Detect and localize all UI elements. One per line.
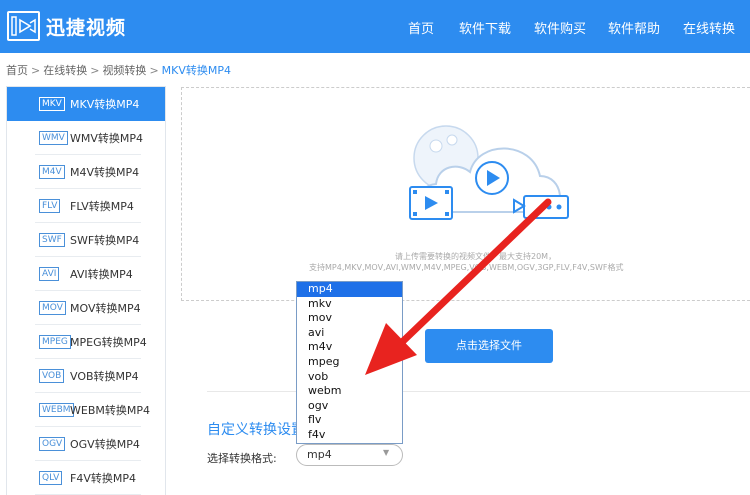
sidebar-item-m4v[interactable]: M4V M4V转换MP4	[7, 155, 165, 189]
breadcrumb-separator: >	[149, 64, 159, 77]
conversion-sidebar: MKV MKV转换MP4 WMV WMV转换MP4 M4V M4V转换MP4 F…	[6, 86, 166, 495]
format-option-avi[interactable]: avi	[297, 326, 402, 341]
sidebar-item-mov[interactable]: MOV MOV转换MP4	[7, 291, 165, 325]
sidebar-item-swf[interactable]: SWF SWF转换MP4	[7, 223, 165, 257]
format-select[interactable]: mp4 ▼	[296, 444, 403, 466]
nav-software-purchase-link[interactable]: 软件购买	[534, 18, 586, 37]
video-logo-icon[interactable]	[7, 11, 40, 41]
breadcrumb-separator: >	[90, 64, 100, 77]
breadcrumb-video-convert-link[interactable]: 视频转换	[102, 64, 146, 77]
upload-hint: 请上传需要转换的视频文件，最大支持20M，	[395, 252, 557, 261]
sidebar-item-mpeg[interactable]: MPEG MPEG转换MP4	[7, 325, 165, 359]
nav-online-convert-link[interactable]: 在线转换	[683, 18, 735, 37]
sidebar-item-f4v[interactable]: QLV F4V转换MP4	[7, 461, 165, 495]
format-option-ogv[interactable]: ogv	[297, 399, 402, 414]
nav-home-link[interactable]: 首页	[408, 18, 434, 37]
format-tag: WEBM	[39, 403, 74, 417]
divider	[207, 391, 750, 392]
sidebar-item-wmv[interactable]: WMV WMV转换MP4	[7, 121, 165, 155]
format-option-flv[interactable]: flv	[297, 413, 402, 428]
sidebar-item-label: VOB转换MP4	[70, 370, 139, 383]
format-selected-value: mp4	[307, 448, 332, 461]
breadcrumb-current: MKV转换MP4	[161, 64, 232, 77]
chevron-down-icon: ▼	[383, 448, 390, 457]
format-tag: QLV	[39, 471, 63, 485]
breadcrumb: 首页 > 在线转换 > 视频转换 > MKV转换MP4	[6, 62, 231, 78]
format-tag: MPEG	[39, 335, 71, 349]
format-dropdown-list[interactable]: mp4 mkv mov avi m4v mpeg vob webm ogv fl…	[296, 281, 403, 444]
format-tag: FLV	[39, 199, 61, 213]
sidebar-item-flv[interactable]: FLV FLV转换MP4	[7, 189, 165, 223]
format-tag: M4V	[39, 165, 65, 179]
supported-formats-hint: 支持MP4,MKV,MOV,AVI,WMV,M4V,MPEG,VOB,WEBM,…	[309, 263, 624, 272]
format-option-mov[interactable]: mov	[297, 311, 402, 326]
sidebar-item-label: SWF转换MP4	[70, 234, 140, 247]
sidebar-item-label: AVI转换MP4	[70, 268, 133, 281]
format-option-mp4[interactable]: mp4	[297, 282, 402, 297]
sidebar-item-label: WEBM转换MP4	[70, 404, 150, 417]
sidebar-item-label: FLV转换MP4	[70, 200, 134, 213]
format-tag: MOV	[39, 301, 66, 315]
breadcrumb-separator: >	[31, 64, 41, 77]
sidebar-item-webm[interactable]: WEBM WEBM转换MP4	[7, 393, 165, 427]
sidebar-item-label: MPEG转换MP4	[70, 336, 147, 349]
nav-software-download-link[interactable]: 软件下载	[459, 18, 511, 37]
select-file-button[interactable]: 点击选择文件	[425, 329, 553, 363]
sidebar-item-label: F4V转换MP4	[70, 472, 136, 485]
format-tag: SWF	[39, 233, 65, 247]
format-option-mpeg[interactable]: mpeg	[297, 355, 402, 370]
custom-settings-title: 自定义转换设置	[207, 422, 305, 438]
format-tag: WMV	[39, 131, 68, 145]
format-tag: AVI	[39, 267, 60, 281]
format-option-m4v[interactable]: m4v	[297, 340, 402, 355]
format-option-f4v[interactable]: f4v	[297, 428, 402, 443]
format-tag: MKV	[39, 97, 65, 111]
sidebar-item-label: M4V转换MP4	[70, 166, 140, 179]
format-label: 选择转换格式:	[207, 452, 277, 465]
format-option-vob[interactable]: vob	[297, 370, 402, 385]
sidebar-item-label: MKV转换MP4	[70, 98, 140, 111]
sidebar-item-mkv[interactable]: MKV MKV转换MP4	[7, 87, 165, 121]
format-option-webm[interactable]: webm	[297, 384, 402, 399]
sidebar-item-avi[interactable]: AVI AVI转换MP4	[7, 257, 165, 291]
breadcrumb-home-link[interactable]: 首页	[6, 64, 28, 77]
breadcrumb-online-convert-link[interactable]: 在线转换	[43, 64, 87, 77]
top-nav-bar: 迅捷视频 首页 软件下载 软件购买 软件帮助 在线转换	[0, 0, 750, 53]
sidebar-item-label: OGV转换MP4	[70, 438, 140, 451]
sidebar-item-vob[interactable]: VOB VOB转换MP4	[7, 359, 165, 393]
brand-name[interactable]: 迅捷视频	[46, 13, 126, 40]
sidebar-item-label: MOV转换MP4	[70, 302, 141, 315]
sidebar-item-label: WMV转换MP4	[70, 132, 144, 145]
format-tag: OGV	[39, 437, 66, 451]
format-option-mkv[interactable]: mkv	[297, 297, 402, 312]
format-tag: VOB	[39, 369, 65, 383]
sidebar-item-ogv[interactable]: OGV OGV转换MP4	[7, 427, 165, 461]
nav-software-help-link[interactable]: 软件帮助	[608, 18, 660, 37]
